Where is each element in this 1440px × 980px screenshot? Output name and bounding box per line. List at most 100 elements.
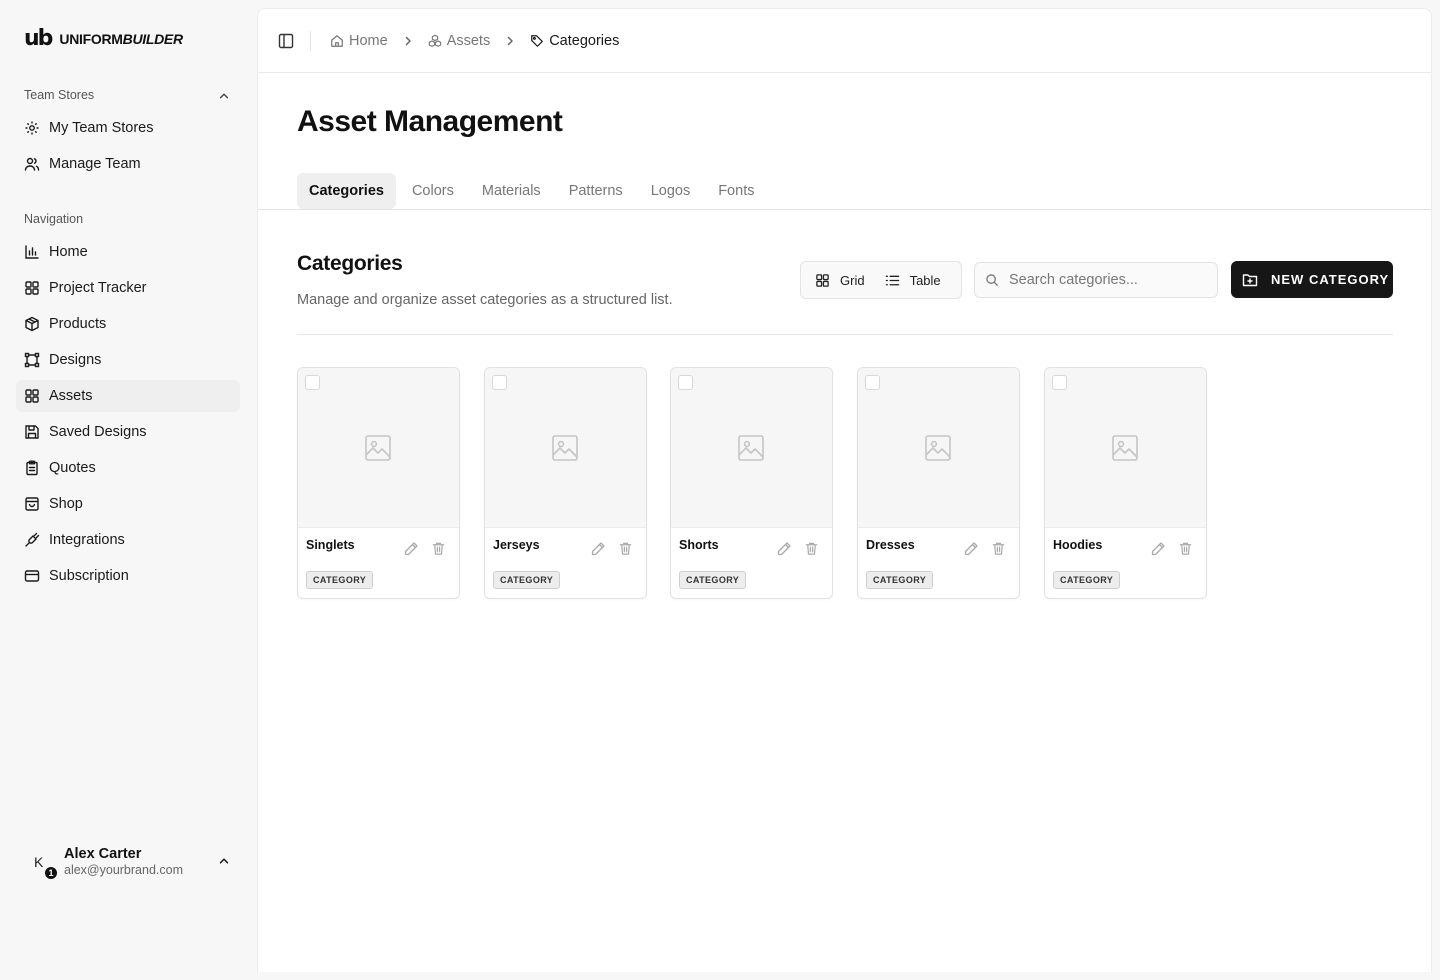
category-badge: CATEGORY: [493, 571, 561, 589]
navigation-section-label: Navigation: [24, 212, 84, 226]
search-input[interactable]: [1009, 272, 1199, 288]
view-toggle: Grid Table: [800, 261, 962, 299]
pencil-icon[interactable]: [776, 541, 792, 557]
trash-icon[interactable]: [991, 541, 1006, 556]
image-placeholder-icon: [552, 435, 578, 461]
tab-patterns[interactable]: Patterns: [557, 173, 635, 209]
pencil-icon[interactable]: [590, 541, 606, 557]
breadcrumb: Home Assets Categories: [330, 31, 619, 51]
breadcrumb-assets[interactable]: Assets: [428, 33, 491, 49]
new-category-label: NEW CATEGORY: [1271, 272, 1390, 287]
sidebar-item-home[interactable]: Home: [16, 236, 240, 268]
pencil-icon[interactable]: [1150, 541, 1166, 557]
user-email: alex@yourbrand.com: [64, 863, 183, 877]
card-thumbnail: [298, 368, 459, 528]
category-card[interactable]: Jerseys CATEGORY: [484, 367, 647, 599]
card-checkbox[interactable]: [305, 375, 320, 390]
tabs-divider: [258, 209, 1431, 210]
grid-icon: [25, 389, 39, 403]
breadcrumb-home[interactable]: Home: [330, 33, 388, 49]
sidebar-toggle-icon[interactable]: [278, 33, 294, 49]
card-checkbox[interactable]: [865, 375, 880, 390]
brand-name: UNIFORMBUILDER: [59, 31, 183, 47]
brand-logo[interactable]: ub UNIFORMBUILDER: [24, 28, 183, 50]
credit-card-icon: [24, 570, 40, 582]
sidebar-item-label: Integrations: [49, 532, 125, 548]
image-placeholder-icon: [925, 435, 951, 461]
pencil-icon[interactable]: [403, 541, 419, 557]
chevron-right-icon: [405, 36, 411, 46]
chevron-right-icon: [507, 36, 513, 46]
search-icon: [986, 274, 998, 286]
category-card[interactable]: Shorts CATEGORY: [670, 367, 833, 599]
sidebar-item-subscription[interactable]: Subscription: [16, 560, 240, 592]
sidebar-item-label: Project Tracker: [49, 280, 147, 296]
shopping-bag-icon: [25, 497, 39, 511]
sidebar-item-label: Quotes: [49, 460, 96, 476]
sidebar-item-label: Subscription: [49, 568, 129, 584]
list-icon: [885, 275, 899, 285]
category-card[interactable]: Hoodies CATEGORY: [1044, 367, 1207, 599]
sidebar-item-manage-team[interactable]: Manage Team: [16, 148, 240, 180]
image-placeholder-icon: [738, 435, 764, 461]
sidebar-item-label: Shop: [49, 496, 83, 512]
trash-icon[interactable]: [431, 541, 446, 556]
pencil-icon[interactable]: [963, 541, 979, 557]
table-view-button[interactable]: Table: [875, 265, 951, 295]
plug-icon: [25, 532, 40, 547]
chevron-up-icon[interactable]: [217, 89, 231, 103]
card-checkbox[interactable]: [492, 375, 507, 390]
trash-icon[interactable]: [804, 541, 819, 556]
user-info: Alex Carter alex@yourbrand.com: [64, 846, 183, 878]
sidebar-item-project-tracker[interactable]: Project Tracker: [16, 272, 240, 304]
page-title: Asset Management: [297, 105, 563, 138]
category-badge: CATEGORY: [866, 571, 934, 589]
breadcrumb-home-label: Home: [349, 33, 388, 49]
sidebar-item-label: Manage Team: [49, 156, 141, 172]
sidebar-item-label: Saved Designs: [49, 424, 147, 440]
new-category-button[interactable]: NEW CATEGORY: [1231, 261, 1393, 298]
trash-icon[interactable]: [1178, 541, 1193, 556]
sidebar-item-my-team-stores[interactable]: My Team Stores: [16, 112, 240, 144]
trash-icon[interactable]: [618, 541, 633, 556]
save-icon: [25, 425, 39, 439]
breadcrumb-assets-label: Assets: [446, 33, 491, 49]
user-menu[interactable]: K 1 Alex Carter alex@yourbrand.com: [24, 842, 240, 882]
category-card[interactable]: Dresses CATEGORY: [857, 367, 1020, 599]
boxes-icon: [428, 34, 441, 47]
sidebar-item-integrations[interactable]: Integrations: [16, 524, 240, 556]
grid-icon: [816, 273, 829, 287]
tab-materials[interactable]: Materials: [470, 173, 553, 209]
notification-badge: 1: [44, 866, 58, 880]
sidebar-item-shop[interactable]: Shop: [16, 488, 240, 520]
avatar: K 1: [24, 846, 58, 880]
tab-colors[interactable]: Colors: [400, 173, 466, 209]
card-checkbox[interactable]: [1052, 375, 1067, 390]
sidebar-item-saved-designs[interactable]: Saved Designs: [16, 416, 240, 448]
card-thumbnail: [671, 368, 832, 528]
card-title: Jerseys: [493, 538, 540, 552]
sidebar-item-designs[interactable]: Designs: [16, 344, 240, 376]
category-card[interactable]: Singlets CATEGORY: [297, 367, 460, 599]
sidebar-item-assets[interactable]: Assets: [16, 380, 240, 412]
table-view-label: Table: [909, 272, 941, 288]
avatar-initial: K: [34, 854, 44, 870]
team-stores-section-label: Team Stores: [24, 88, 95, 102]
tab-fonts[interactable]: Fonts: [706, 173, 766, 209]
grid-view-button[interactable]: Grid: [805, 265, 875, 295]
sidebar-item-products[interactable]: Products: [16, 308, 240, 340]
card-title: Dresses: [866, 538, 915, 552]
tab-categories[interactable]: Categories: [297, 173, 396, 209]
chevron-up-icon[interactable]: [217, 854, 231, 868]
grid-icon: [25, 281, 39, 295]
card-thumbnail: [485, 368, 646, 528]
user-name: Alex Carter: [64, 846, 142, 862]
tab-logos[interactable]: Logos: [639, 173, 703, 209]
main-content: Home Assets Categories Asset Management …: [257, 8, 1432, 972]
brand-mark: ub: [24, 26, 53, 51]
gear-icon: [25, 121, 39, 135]
image-placeholder-icon: [365, 435, 391, 461]
card-checkbox[interactable]: [678, 375, 693, 390]
sidebar-item-quotes[interactable]: Quotes: [16, 452, 240, 484]
grid-view-label: Grid: [840, 272, 865, 288]
